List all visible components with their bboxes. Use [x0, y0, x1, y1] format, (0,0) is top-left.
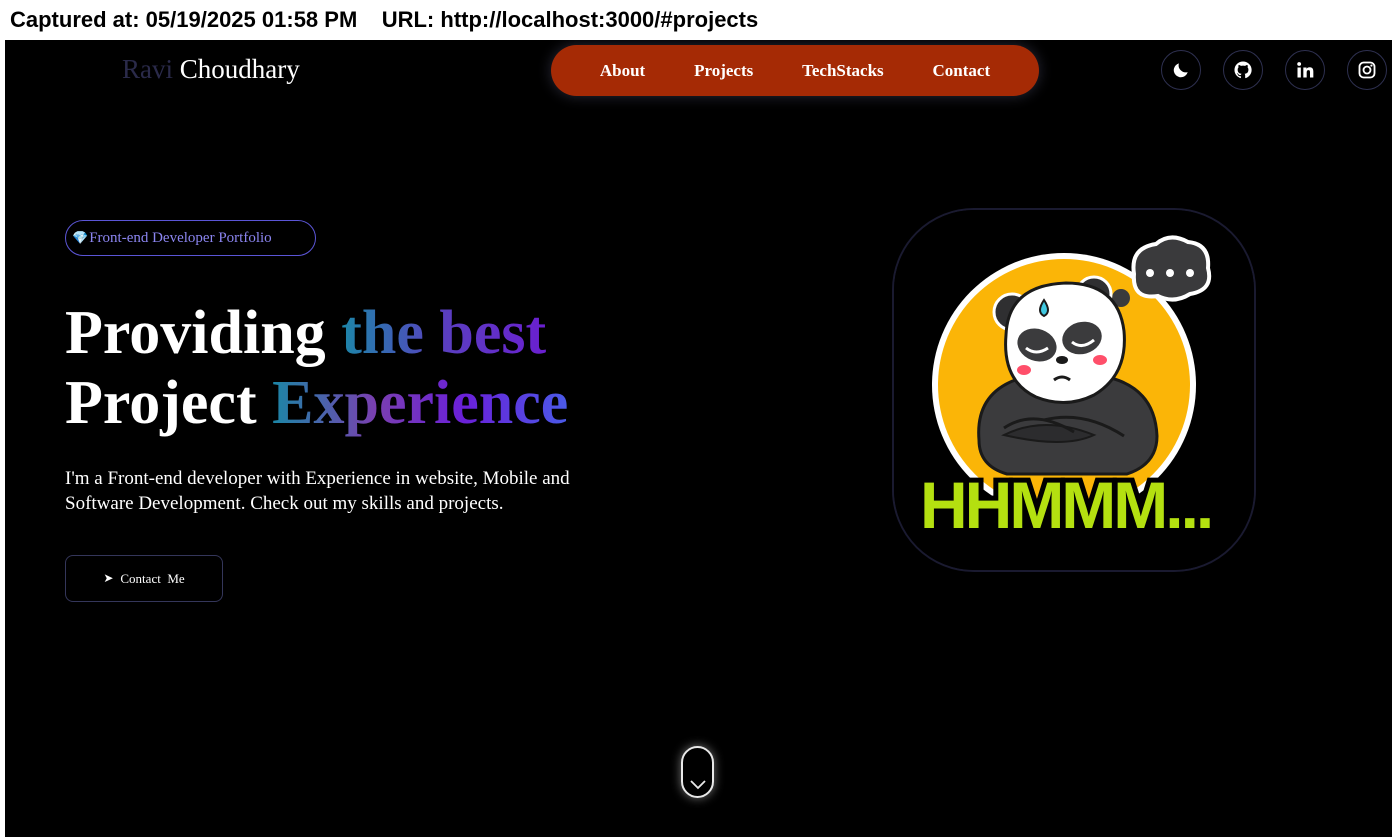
page-viewport: Ravi Choudhary About Projects TechStacks…	[5, 40, 1392, 837]
chevron-down-icon	[689, 780, 706, 790]
linkedin-icon	[1297, 62, 1314, 78]
nav-techstacks[interactable]: TechStacks	[802, 61, 884, 81]
scroll-down-indicator[interactable]	[681, 746, 714, 798]
headline-line2-gradient: Experience	[272, 369, 569, 437]
badge-text: Front-end Developer Portfolio	[89, 229, 272, 246]
send-icon: ➤	[103, 571, 114, 585]
contact-me-button[interactable]: ➤ Contact Me	[65, 555, 223, 602]
moon-icon	[1173, 63, 1188, 78]
portfolio-badge: 💎 Front-end Developer Portfolio	[65, 220, 316, 256]
site-logo[interactable]: Ravi Choudhary	[122, 54, 300, 85]
logo-last-name: Choudhary	[179, 54, 300, 84]
theme-toggle-button[interactable]	[1161, 50, 1201, 90]
nav-contact[interactable]: Contact	[933, 61, 991, 81]
github-link-button[interactable]	[1223, 50, 1263, 90]
hero-headline: Providing the best Project Experience	[65, 298, 568, 438]
nav-projects[interactable]: Projects	[694, 61, 753, 81]
panda-sticker-illustration: HHMMM...	[894, 210, 1254, 570]
contact-me-label: Contact Me	[120, 570, 185, 586]
logo-first-name: Ravi	[122, 54, 173, 84]
instagram-icon	[1358, 61, 1376, 79]
nav-about[interactable]: About	[600, 61, 645, 81]
hero-illustration-card: HHMMM...	[892, 208, 1256, 572]
linkedin-link-button[interactable]	[1285, 50, 1325, 90]
gem-icon: 💎	[72, 230, 89, 245]
instagram-link-button[interactable]	[1347, 50, 1387, 90]
github-icon	[1234, 61, 1252, 79]
thought-bubble-icon	[1131, 235, 1212, 302]
sticker-text: HHMMM...	[920, 468, 1211, 542]
capture-info-bar: Captured at: 05/19/2025 01:58 PM URL: ht…	[0, 0, 1392, 40]
hero-description: I'm a Front-end developer with Experienc…	[65, 468, 570, 514]
headline-line1-gradient: the best	[341, 299, 547, 367]
main-nav: About Projects TechStacks Contact	[551, 45, 1039, 96]
headline-line1-plain: Providing	[65, 299, 342, 367]
headline-line2-plain: Project	[65, 369, 273, 437]
